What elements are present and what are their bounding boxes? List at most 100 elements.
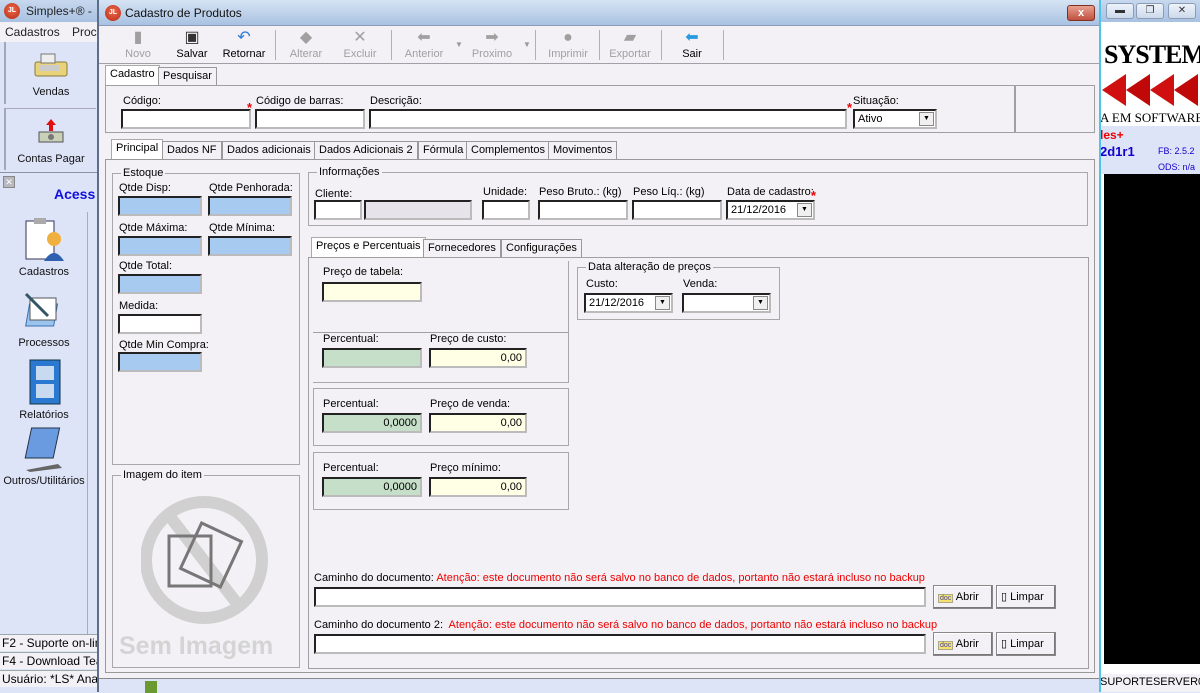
codigo-input[interactable] [121, 109, 251, 129]
proximo-button[interactable]: ➡ Proximo [465, 28, 519, 62]
cash-register-icon [34, 53, 68, 77]
product-name: les+ [1100, 128, 1124, 142]
printer-icon: ● [563, 29, 573, 46]
new-doc-icon: ▮ [133, 29, 143, 46]
dialog-title: Cadastro de Produtos [125, 6, 242, 20]
folder-export-icon: ▰ [623, 29, 637, 46]
tab-fornecedores[interactable]: Fornecedores [423, 239, 501, 257]
documento-1-warning: Atenção: este documento não será salvo n… [436, 572, 925, 584]
app-menu-bar: Cadastros Proc [0, 22, 100, 42]
codigo-barras-input[interactable] [255, 109, 365, 129]
tab-principal[interactable]: Principal [111, 139, 164, 159]
qtde-minima-input[interactable] [208, 236, 292, 256]
cliente-code-input[interactable] [314, 200, 362, 220]
menu-processos[interactable]: Proc [72, 25, 97, 39]
tab-dados-nf[interactable]: Dados NF [162, 141, 222, 159]
tab-configuracoes[interactable]: Configurações [501, 239, 582, 257]
tab-formula[interactable]: Fórmula [418, 141, 469, 159]
data-cadastro-picker[interactable]: 21/12/2016 ▼ [726, 200, 815, 220]
peso-bruto-input[interactable] [538, 200, 628, 220]
sidebar-section-header: ✕ Acess [0, 172, 98, 210]
status-indicator-icon [145, 681, 157, 693]
imprimir-button[interactable]: ● Imprimir [541, 28, 595, 62]
blank-page-icon: ▯ [1001, 591, 1008, 603]
arrow-left-icon: ⬅ [417, 29, 431, 46]
tab-dados-adicionais[interactable]: Dados adicionais [222, 141, 316, 159]
shortcut-suporte[interactable]: F2 - Suporte on-lin [0, 634, 98, 651]
percentual-minimo-input[interactable]: 0,0000 [322, 477, 422, 497]
sidebar-button-contas-pagar[interactable]: Contas Pagar [4, 108, 96, 170]
sidebar: Vendas Contas Pagar ✕ Acess Cadastros Pr… [0, 42, 98, 687]
doc-icon: doc [938, 594, 954, 603]
data-venda-picker[interactable]: ▼ [682, 293, 771, 313]
abrir-1-button[interactable]: doc Abrir [933, 585, 993, 609]
tab-pesquisar[interactable]: Pesquisar [158, 67, 217, 85]
app-title: Simples+® - [26, 4, 92, 18]
qtde-disp-input[interactable] [118, 196, 202, 216]
descricao-input[interactable] [369, 109, 847, 129]
close-section-icon[interactable]: ✕ [3, 176, 15, 188]
situacao-select[interactable]: Ativo ▼ [853, 109, 937, 129]
tab-dados-adicionais-2[interactable]: Dados Adicionais 2 [314, 141, 418, 159]
preco-venda-input[interactable]: 0,00 [429, 413, 527, 433]
tab-cadastro[interactable]: Cadastro [105, 65, 160, 85]
minimize-button[interactable]: ▬ [1106, 3, 1134, 19]
preco-custo-input[interactable]: 0,00 [429, 348, 527, 368]
sidebar-item-processos[interactable]: Processos [0, 290, 88, 349]
fb-version: FB: 2.5.2 [1158, 146, 1195, 156]
documento-2-input[interactable] [314, 634, 926, 654]
anterior-button[interactable]: ⬅ Anterior [397, 28, 451, 62]
anterior-dropdown-icon[interactable]: ▼ [455, 40, 463, 49]
percentual-venda-input[interactable]: 0,0000 [322, 413, 422, 433]
right-brand-panel: SYSTEM A EM SOFTWARE les+ 2d1r1 FB: 2.5.… [1100, 22, 1200, 692]
medida-input[interactable] [118, 314, 202, 334]
documento-2-label: Caminho do documento 2: Atenção: este do… [314, 619, 938, 631]
app-close-button[interactable]: ✕ [1168, 3, 1196, 19]
exportar-button[interactable]: ▰ Exportar [603, 28, 657, 62]
calendar-dropdown-icon[interactable]: ▼ [797, 203, 812, 217]
preco-tabela-input[interactable] [322, 282, 422, 302]
device-icon [24, 427, 62, 472]
restore-button[interactable]: ❐ [1136, 3, 1164, 19]
tab-precos-percentuais[interactable]: Preços e Percentuais [311, 237, 426, 257]
sair-button[interactable]: ⬅ Sair [665, 28, 719, 62]
proximo-dropdown-icon[interactable]: ▼ [523, 40, 531, 49]
data-custo-picker[interactable]: 21/12/2016 ▼ [584, 293, 673, 313]
menu-cadastros[interactable]: Cadastros [5, 25, 60, 39]
shortcut-download[interactable]: F4 - Download Tea [0, 652, 98, 669]
qtde-maxima-input[interactable] [118, 236, 202, 256]
retornar-button[interactable]: ↶ Retornar [217, 28, 271, 62]
calendar-dropdown-icon[interactable]: ▼ [655, 296, 670, 310]
limpar-2-button[interactable]: ▯ Limpar [996, 632, 1056, 656]
tab-complementos[interactable]: Complementos [466, 141, 550, 159]
sidebar-item-cadastros[interactable]: Cadastros [0, 217, 88, 278]
dialog-logo-icon: JL [105, 5, 121, 21]
salvar-button[interactable]: ▣ Salvar [165, 28, 219, 62]
preco-minimo-input[interactable]: 0,00 [429, 477, 527, 497]
black-area [1104, 174, 1200, 664]
documento-2-warning: Atenção: este documento não será salvo n… [448, 619, 938, 631]
sidebar-item-outros-utilitarios[interactable]: Outros/Utilitários [0, 426, 88, 487]
alterar-button[interactable]: ◆ Alterar [279, 28, 333, 62]
unidade-input[interactable] [482, 200, 530, 220]
qtde-total-input[interactable] [118, 274, 202, 294]
novo-button[interactable]: ▮ Novo [111, 28, 165, 62]
qtde-min-compra-input[interactable] [118, 352, 202, 372]
money-arrow-icon [38, 119, 64, 143]
qtde-penhorada-input[interactable] [208, 196, 292, 216]
chevron-down-icon[interactable]: ▼ [919, 112, 934, 126]
sidebar-item-relatorios[interactable]: Relatórios [0, 358, 88, 421]
limpar-1-button[interactable]: ▯ Limpar [996, 585, 1056, 609]
documento-1-input[interactable] [314, 587, 926, 607]
calendar-dropdown-icon[interactable]: ▼ [753, 296, 768, 310]
no-image-icon [141, 496, 268, 624]
peso-liq-input[interactable] [632, 200, 722, 220]
clipboard-user-icon [25, 218, 64, 261]
abrir-2-button[interactable]: doc Abrir [933, 632, 993, 656]
dialog-close-button[interactable]: x [1067, 5, 1095, 21]
cliente-name-input [364, 200, 472, 220]
blank-page-icon: ▯ [1001, 638, 1008, 650]
sidebar-button-vendas[interactable]: Vendas [4, 42, 96, 104]
excluir-button[interactable]: ✕ Excluir [333, 28, 387, 62]
tab-movimentos[interactable]: Movimentos [548, 141, 618, 159]
